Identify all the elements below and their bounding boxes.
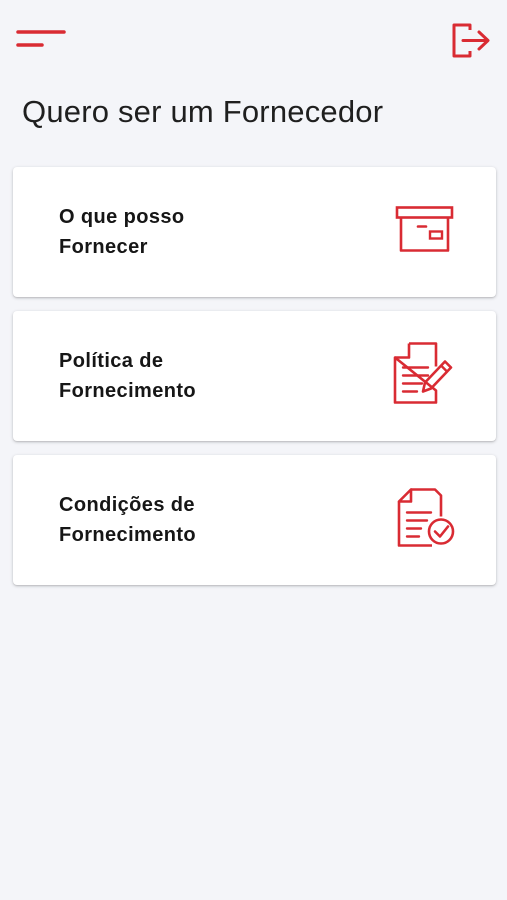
menu-icon (16, 30, 66, 47)
logout-button[interactable] (446, 20, 494, 62)
card-politica-de-fornecimento[interactable]: Política de Fornecimento (13, 311, 496, 441)
document-edit-icon (391, 341, 455, 412)
card-label: O que posso Fornecer (59, 206, 185, 258)
top-bar (0, 0, 507, 80)
card-label: Condições de Fornecimento (59, 494, 197, 546)
menu-button[interactable] (14, 22, 70, 56)
card-label: Política de Fornecimento (59, 350, 197, 402)
card-o-que-posso-fornecer[interactable]: O que posso Fornecer (13, 167, 496, 297)
document-check-icon (395, 486, 457, 555)
card-condicoes-de-fornecimento[interactable]: Condições de Fornecimento (13, 455, 496, 585)
page-title: Quero ser um Fornecedor (22, 94, 384, 129)
logout-icon (452, 23, 490, 58)
archive-box-icon (393, 204, 457, 261)
